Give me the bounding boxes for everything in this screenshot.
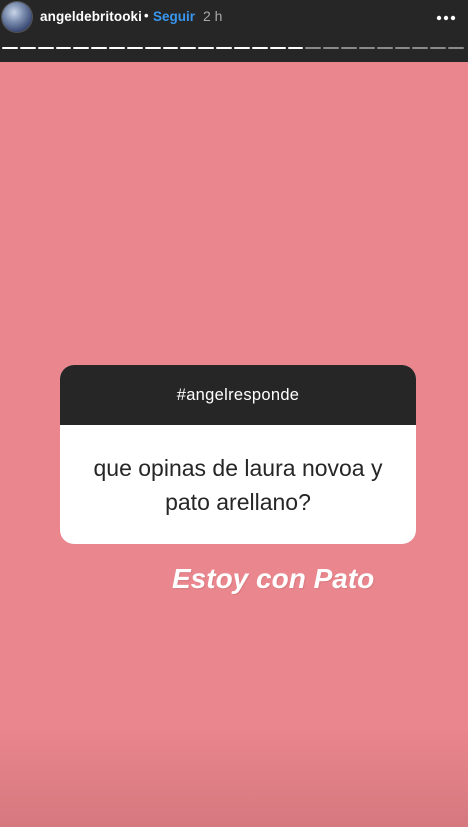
progress-segment [412,47,429,49]
progress-segment [73,47,90,49]
separator-dot: • [144,8,149,23]
progress-segment [198,47,215,49]
question-header: #angelresponde [60,365,416,425]
progress-segment [376,47,393,49]
progress-segment [287,47,304,49]
progress-segment [323,47,340,49]
profile-avatar[interactable] [2,2,32,32]
progress-segment [394,47,411,49]
progress-segment [91,47,108,49]
progress-segment [216,47,232,49]
progress-segment [2,47,18,49]
progress-segment [233,47,250,49]
question-text: que opinas de laura novoa y pato arellan… [93,454,383,515]
progress-segment [341,47,357,49]
story-view[interactable]: angeldebritooki • Seguir 2 h #angelrespo… [0,0,468,827]
progress-segment [269,47,286,49]
bottom-gradient [0,727,468,827]
progress-segment [180,47,197,49]
progress-segment [55,47,72,49]
answer-text: Estoy con Pato [172,563,375,594]
progress-segment [162,47,179,49]
progress-segment [251,47,268,49]
story-progress-bar [2,47,464,49]
progress-segment [144,47,161,49]
progress-segment [126,47,143,49]
question-sticker: #angelresponde que opinas de laura novoa… [60,365,416,544]
post-time: 2 h [203,8,223,24]
more-options-icon[interactable] [434,2,458,30]
progress-segment [37,47,54,49]
username[interactable]: angeldebritooki [40,9,142,24]
progress-segment [448,47,464,49]
follow-button[interactable]: Seguir [153,9,195,24]
progress-segment [358,47,375,49]
progress-segment [109,47,125,49]
progress-segment [19,47,36,49]
progress-segment [430,47,447,49]
progress-segment [305,47,322,49]
story-header: angeldebritooki • Seguir 2 h [0,0,468,62]
